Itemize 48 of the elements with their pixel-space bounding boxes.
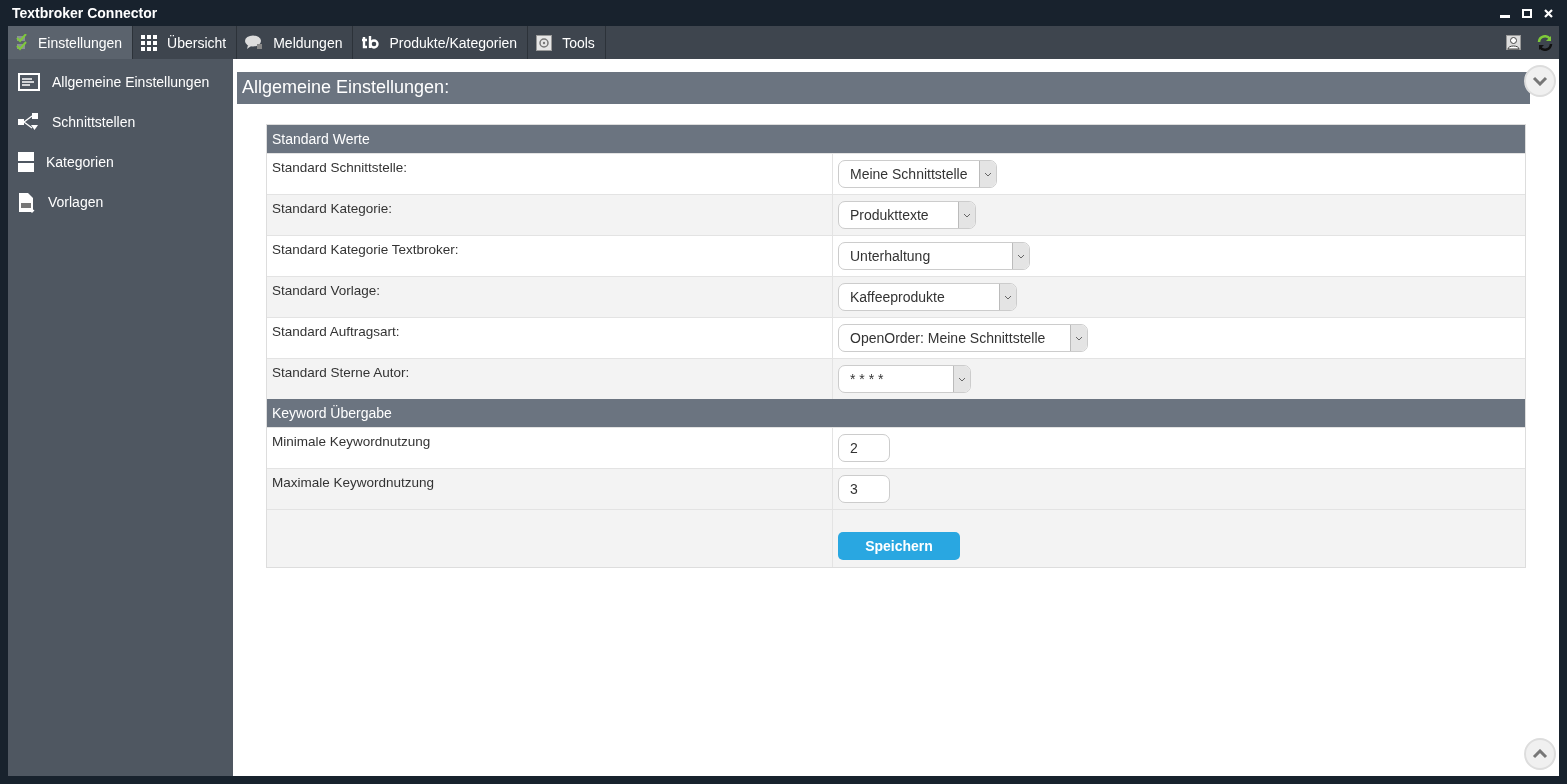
field-label: Standard Sterne Autor:	[272, 365, 410, 380]
field-label: Standard Vorlage:	[272, 283, 381, 298]
window-title: Textbroker Connector	[12, 5, 158, 21]
refresh-icon[interactable]	[1537, 34, 1553, 51]
dropdown[interactable]: * * * *	[838, 365, 971, 393]
field-label: Standard Schnittstelle:	[272, 160, 408, 175]
sidebar-item[interactable]: Schnittstellen	[52, 114, 136, 130]
dropdown[interactable]: Unterhaltung	[838, 242, 1030, 270]
input-field[interactable]: 3	[838, 475, 890, 503]
field-label: Standard Kategorie Textbroker:	[272, 242, 459, 257]
close-icon[interactable]	[1544, 8, 1553, 18]
section-header: Standard Werte	[267, 125, 1525, 153]
caret-icon	[984, 171, 992, 177]
caret-icon	[958, 376, 966, 382]
caret-icon	[963, 212, 971, 218]
section-header: Keyword Übergabe	[267, 399, 1525, 427]
sidebar-item[interactable]: Vorlagen	[48, 194, 104, 210]
caret-icon	[1075, 335, 1083, 341]
dropdown[interactable]: Meine Schnittstelle	[838, 160, 997, 188]
user-icon[interactable]	[1506, 35, 1521, 50]
scroll-up-button[interactable]	[1524, 738, 1556, 770]
blocks-icon	[18, 152, 34, 172]
caret-icon	[1017, 253, 1025, 259]
field-label: Standard Kategorie:	[272, 201, 393, 216]
dropdown[interactable]: Produkttexte	[838, 201, 976, 229]
input-field[interactable]: 2	[838, 434, 890, 462]
tb-logo-icon	[361, 35, 380, 50]
page-heading: Allgemeine Einstellungen:	[237, 72, 1530, 104]
chat-bubble-icon	[245, 35, 264, 50]
grid-icon	[141, 34, 158, 51]
safe-icon	[536, 34, 553, 51]
chevron-up-icon	[1532, 749, 1548, 759]
dropdown[interactable]: Kaffeeprodukte	[838, 283, 1017, 311]
document-icon	[18, 191, 36, 213]
field-label: Maximale Keywordnutzung	[272, 475, 435, 490]
scroll-down-button[interactable]	[1524, 65, 1556, 97]
field-label: Minimale Keywordnutzung	[272, 434, 431, 449]
dropdown[interactable]: OpenOrder: Meine Schnittstelle	[838, 324, 1088, 352]
field-label: Standard Auftragsart:	[272, 324, 400, 339]
window-icon	[18, 73, 40, 91]
tab[interactable]: Einstellungen	[8, 26, 134, 59]
sidebar-item[interactable]: Kategorien	[46, 154, 114, 170]
network-icon	[18, 113, 40, 131]
chevron-down-icon	[1532, 76, 1548, 86]
check-icon	[16, 33, 28, 52]
caret-icon	[1004, 294, 1012, 300]
sidebar-item[interactable]: Allgemeine Einstellungen	[52, 74, 210, 90]
maximize-icon[interactable]	[1522, 8, 1532, 18]
